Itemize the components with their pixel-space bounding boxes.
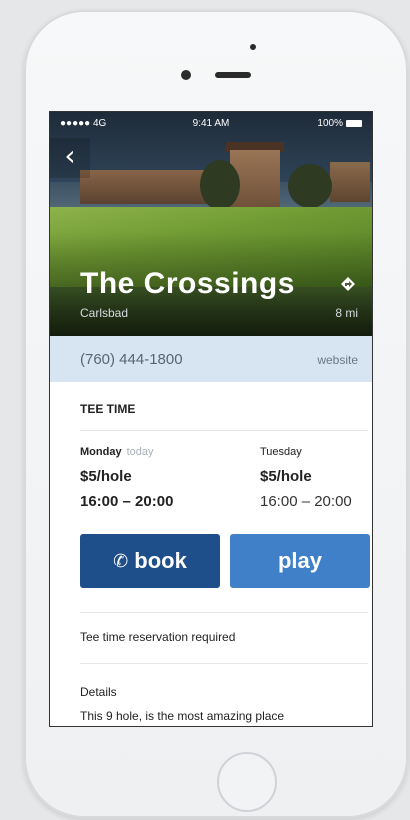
course-city: Carlsbad [80,306,129,320]
status-bar: ●●●●● 4G 9:41 AM 100% [50,112,372,134]
phone-icon: ✆ [113,551,129,572]
front-camera [181,70,191,80]
price-monday: $5/hole [80,468,132,485]
play-button[interactable]: play [230,534,370,588]
day-monday: Monday today [80,446,154,458]
divider [80,430,368,431]
course-hero-image: ●●●●● 4G 9:41 AM 100% ‹ The Crossings Ca… [50,112,372,336]
app-screen: ●●●●● 4G 9:41 AM 100% ‹ The Crossings Ca… [49,111,373,727]
directions-diamond-icon[interactable] [340,276,356,292]
hours-monday: 16:00 – 20:00 [80,493,174,510]
divider [80,663,368,664]
price-tuesday: $5/hole [260,468,312,485]
course-title: The Crossings [80,267,295,300]
earpiece-speaker [215,72,251,78]
home-button[interactable] [217,752,277,812]
battery-indicator: 100% [317,118,362,129]
reservation-notice: Tee time reservation required [80,630,236,644]
clubhouse-building [80,170,210,204]
today-tag: today [126,446,154,458]
website-link[interactable]: website [317,353,358,367]
hours-tuesday: 16:00 – 20:00 [260,493,352,510]
tee-time-heading: TEE TIME [80,402,136,416]
details-heading: Details [80,685,117,699]
contact-bar: (760) 444-1800 website [50,336,372,382]
book-button[interactable]: ✆ book [80,534,220,588]
clubhouse-annex [330,162,370,202]
day-tuesday: Tuesday [260,446,302,458]
battery-icon [346,119,362,127]
divider [80,612,368,613]
chevron-left-icon: ‹ [64,139,76,172]
details-text: This 9 hole, is the most amazing place [80,709,285,723]
back-button[interactable]: ‹ [50,138,90,178]
course-distance: 8 mi [335,306,358,320]
proximity-sensor [250,44,256,50]
phone-number-link[interactable]: (760) 444-1800 [80,351,183,368]
